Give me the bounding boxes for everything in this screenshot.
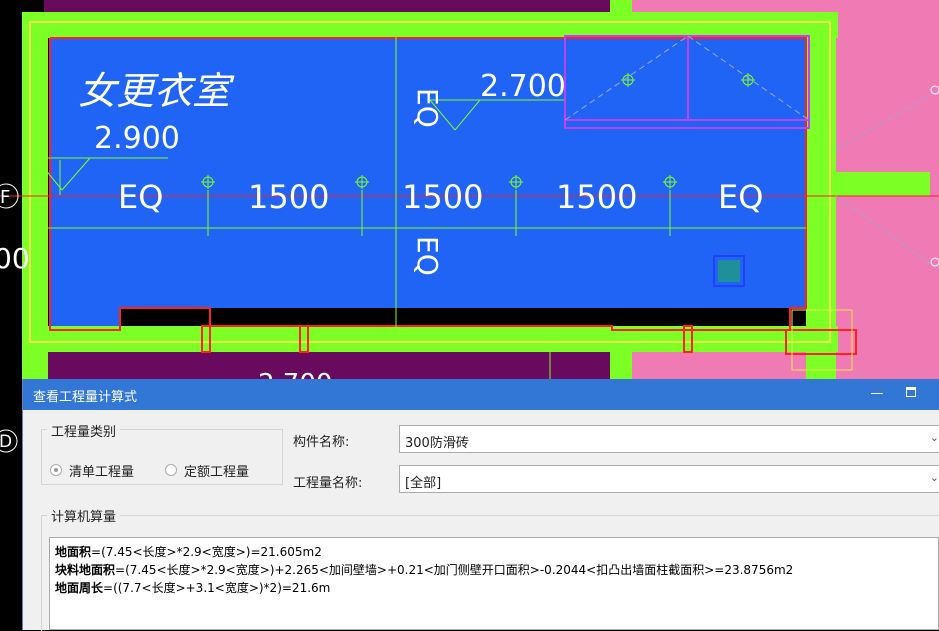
component-name-select[interactable]: 300防滑砖 ⌄ [399,425,939,453]
eq-top-vertical: EQ [411,88,444,128]
component-name-value: 300防滑砖 [405,436,469,451]
adjacent-room-purple-top [44,0,610,12]
quantity-name-select[interactable]: [全部] ⌄ [399,465,939,493]
svg-text:D: D [0,432,12,452]
computer-calc-group-label: 计算机算量 [47,506,121,525]
formula-result-area[interactable]: 地面积=(7.45<长度>*2.9<宽度>)=21.605m2 块料地面积=(7… [49,537,939,630]
quantity-name-value: [全部] [405,476,442,491]
dim-1500-c: 1500 [556,178,637,216]
wall-stub-right [826,172,930,196]
adjacent-room-pink-bottom [632,352,939,380]
axis-d-marker: D [0,429,18,453]
dialog-title: 查看工程量计算式 [33,390,138,405]
quantity-name-label: 工程量名称: [293,476,363,491]
chevron-down-icon[interactable]: ⌄ [930,431,939,444]
radio-quota-quantity[interactable] [165,464,177,476]
radio-quota-label: 定额工程量 [184,465,250,480]
formula-line: 块料地面积=(7.45<长度>*2.9<宽度>)+2.265<加间壁墙>+0.2… [55,563,794,577]
wall-top-right-stub [610,0,632,20]
eq-right: EQ [718,178,763,216]
dim-1500-a: 1500 [248,178,329,216]
axis-f-label: F [0,187,10,208]
minimize-icon[interactable]: — [866,383,888,405]
category-group-label: 工程量类别 [47,421,121,440]
quantity-formula-dialog: 查看工程量计算式 — 工程量类别 清单工程量 定额工程量 构件名称: 300防滑… [22,379,939,631]
room-name-label: 女更衣室 [78,69,235,113]
eq-bottom-vertical: EQ [411,236,444,276]
wall-top [22,12,838,38]
elevation-left: 2.900 [94,121,180,156]
dim-1500-b: 1500 [402,178,483,216]
adjacent-room-pink-right [836,22,939,380]
radio-list-label: 清单工程量 [69,465,135,480]
formula-line: 地面周长=((7.7<长度>+3.1<宽度>)*2)=21.6m [55,581,331,595]
component-name-label: 构件名称: [293,435,350,450]
cad-drawing-canvas[interactable]: 女更衣室 2.900 2.700 EQ 1500 1500 1500 EQ EQ… [0,0,939,380]
eq-left: EQ [118,178,163,216]
wall-bottom-mid [610,330,632,380]
formula-line: 地面积=(7.45<长度>*2.9<宽度>)=21.605m2 [55,545,322,559]
chevron-down-icon[interactable]: ⌄ [930,471,939,484]
dialog-titlebar[interactable]: 查看工程量计算式 — [23,379,939,410]
axis-partial-label: 00 [0,242,30,275]
radio-list-quantity[interactable] [50,464,62,476]
maximize-icon[interactable] [900,383,922,405]
elevation-right: 2.700 [480,69,566,104]
